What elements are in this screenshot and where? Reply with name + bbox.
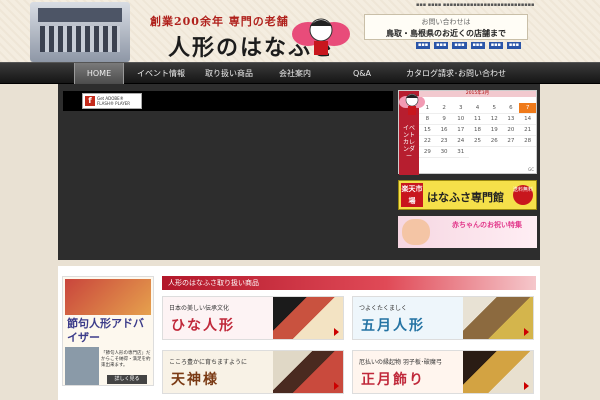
store-link[interactable]: ▪▪▪	[488, 42, 503, 49]
product-card-tenjin[interactable]: こころ豊かに育ちますように 天神様	[162, 350, 344, 394]
store-link[interactable]: ▪▪▪	[506, 42, 522, 49]
product-image	[463, 351, 533, 393]
advisor-box: 節句人形アドバイザー 「節句人形の専門店」だからこそ納得・満足を約束出来ます。 …	[62, 276, 154, 386]
store-building-image	[30, 2, 130, 62]
product-title: 天神様	[171, 372, 219, 388]
event-calendar: イベントカレンダー 2015年3月 1 2 3 4 5 6 7 8 9 10 1…	[398, 90, 537, 175]
calendar-day[interactable]: 22	[419, 136, 436, 147]
calendar-credit: GC	[528, 167, 534, 172]
product-card-hina[interactable]: 日本の美しい伝承文化 ひな人形	[162, 296, 344, 340]
calendar-day[interactable]: 4	[469, 103, 486, 114]
calendar-day[interactable]: 5	[485, 103, 503, 114]
product-image	[273, 297, 343, 339]
advisor-title: 節句人形アドバイザー	[67, 317, 144, 344]
utility-links[interactable]: ▪▪▪ ▪▪▪▪ ▪▪▪▪▪▪▪▪▪▪▪▪▪▪▪▪▪▪▪▪▪▪▪▪▪▪▪	[416, 2, 534, 8]
calendar-day[interactable]: 11	[469, 114, 486, 125]
free-shipping-badge: 送料無料	[513, 185, 533, 205]
product-image	[463, 297, 533, 339]
rakuten-banner[interactable]: 楽天市場 はなふさ専門館 送料無料	[398, 180, 537, 210]
calendar-day[interactable]: 31	[452, 147, 470, 158]
calendar-day[interactable]: 12	[485, 114, 503, 125]
store-link[interactable]: ▪▪▪	[452, 42, 467, 49]
calendar-day[interactable]: 20	[502, 125, 520, 136]
nav-catalog-contact[interactable]: カタログ請求･お問い合わせ	[396, 63, 516, 85]
product-title: 正月飾り	[361, 372, 425, 388]
contact-label: お問い合わせは	[421, 18, 471, 26]
calendar-day[interactable]: 15	[419, 125, 436, 136]
calendar-day[interactable]: 21	[519, 125, 536, 136]
main-nav: HOME イベント情報 取り扱い商品 会社案内 Q&A カタログ請求･お問い合わ…	[0, 62, 600, 85]
arrow-icon	[334, 382, 339, 390]
calendar-day[interactable]: 19	[485, 125, 503, 136]
flash-icon: f	[85, 96, 95, 106]
calendar-day[interactable]: 18	[469, 125, 486, 136]
nav-faq[interactable]: Q&A	[332, 63, 392, 85]
calendar-day[interactable]: 23	[435, 136, 453, 147]
product-card-shogatsu[interactable]: 厄払いの縁起物 羽子板･破魔弓 正月飾り	[352, 350, 534, 394]
advisor-store-photo	[65, 279, 151, 315]
rakuten-shop-name: はなふさ専門館	[427, 191, 504, 204]
product-title: 五月人形	[361, 318, 425, 334]
calendar-day[interactable]: 14	[519, 114, 536, 125]
contact-box: お問い合わせは 鳥取・島根県のお近くの店舗まで	[364, 14, 528, 40]
arrow-icon	[524, 382, 529, 390]
product-subtitle: 厄払いの縁起物 羽子板･破魔弓	[359, 359, 442, 366]
mascot-doll-icon	[292, 18, 350, 55]
nav-products[interactable]: 取り扱い商品	[198, 63, 260, 85]
calendar-day[interactable]: 1	[419, 103, 436, 114]
calendar-day[interactable]: 17	[452, 125, 470, 136]
advisor-text: 「節句人形の専門店」だからこそ納得・満足を約束出来ます。	[101, 351, 151, 368]
store-link[interactable]: ▪▪▪	[434, 42, 449, 49]
calendar-day[interactable]: 27	[502, 136, 520, 147]
calendar-title: イベントカレンダー	[403, 125, 416, 160]
product-subtitle: こころ豊かに育ちますように	[169, 359, 248, 366]
calendar-day[interactable]: 26	[485, 136, 503, 147]
calendar-day[interactable]: 16	[435, 125, 453, 136]
baby-banner-text: 赤ちゃんのお祝い特集	[452, 221, 522, 229]
nav-events[interactable]: イベント情報	[130, 63, 192, 85]
rakuten-label: 楽天市場	[401, 183, 423, 207]
arrow-icon	[334, 328, 339, 336]
nav-company[interactable]: 会社案内	[266, 63, 324, 85]
calendar-day[interactable]: 30	[435, 147, 453, 158]
contact-text: 鳥取・島根県のお近くの店舗まで	[386, 29, 506, 38]
arrow-icon	[524, 328, 529, 336]
product-title: ひな人形	[171, 318, 235, 334]
baby-photo	[402, 219, 430, 245]
calendar-day[interactable]: 29	[419, 147, 436, 158]
advisor-photo	[65, 347, 99, 385]
store-link[interactable]: ▪▪▪	[416, 42, 431, 49]
calendar-day-today[interactable]: 7	[519, 103, 536, 114]
calendar-day[interactable]: 24	[452, 136, 470, 147]
nav-home[interactable]: HOME	[74, 63, 124, 85]
catchphrase: 創業200余年 専門の老舗	[150, 15, 289, 28]
site-header: 創業200余年 専門の老舗 人形のはなふさ ▪▪▪ ▪▪▪▪ ▪▪▪▪▪▪▪▪▪…	[0, 0, 600, 62]
calendar-day[interactable]: 13	[502, 114, 520, 125]
baby-celebration-banner[interactable]: 赤ちゃんのお祝い特集	[398, 216, 537, 248]
products-heading: 人形のはなふさ取り扱い商品	[162, 276, 536, 290]
advisor-details-button[interactable]: 詳しく見る	[107, 375, 147, 384]
calendar-day[interactable]: 10	[452, 114, 470, 125]
product-subtitle: つよくたくましく	[359, 305, 408, 312]
calendar-day[interactable]: 2	[435, 103, 453, 114]
store-link[interactable]: ▪▪▪	[470, 42, 485, 49]
product-subtitle: 日本の美しい伝承文化	[169, 305, 230, 312]
product-card-gogatsu[interactable]: つよくたくましく 五月人形	[352, 296, 534, 340]
calendar-grid: 1 2 3 4 5 6 7 8 9 10 11 12 13 14 15 16 1…	[419, 97, 536, 158]
calendar-day[interactable]: 25	[469, 136, 486, 147]
product-image	[273, 351, 343, 393]
calendar-day[interactable]: 6	[502, 103, 520, 114]
store-links: ▪▪▪ ▪▪▪ ▪▪▪ ▪▪▪ ▪▪▪ ▪▪▪	[416, 42, 522, 49]
calendar-day[interactable]: 8	[419, 114, 436, 125]
get-flash-player-button[interactable]: f Get ADOBE® FLASH® PLAYER	[82, 93, 142, 109]
calendar-day[interactable]: 3	[452, 103, 470, 114]
calendar-day[interactable]: 28	[519, 136, 536, 147]
calendar-day[interactable]: 9	[435, 114, 453, 125]
